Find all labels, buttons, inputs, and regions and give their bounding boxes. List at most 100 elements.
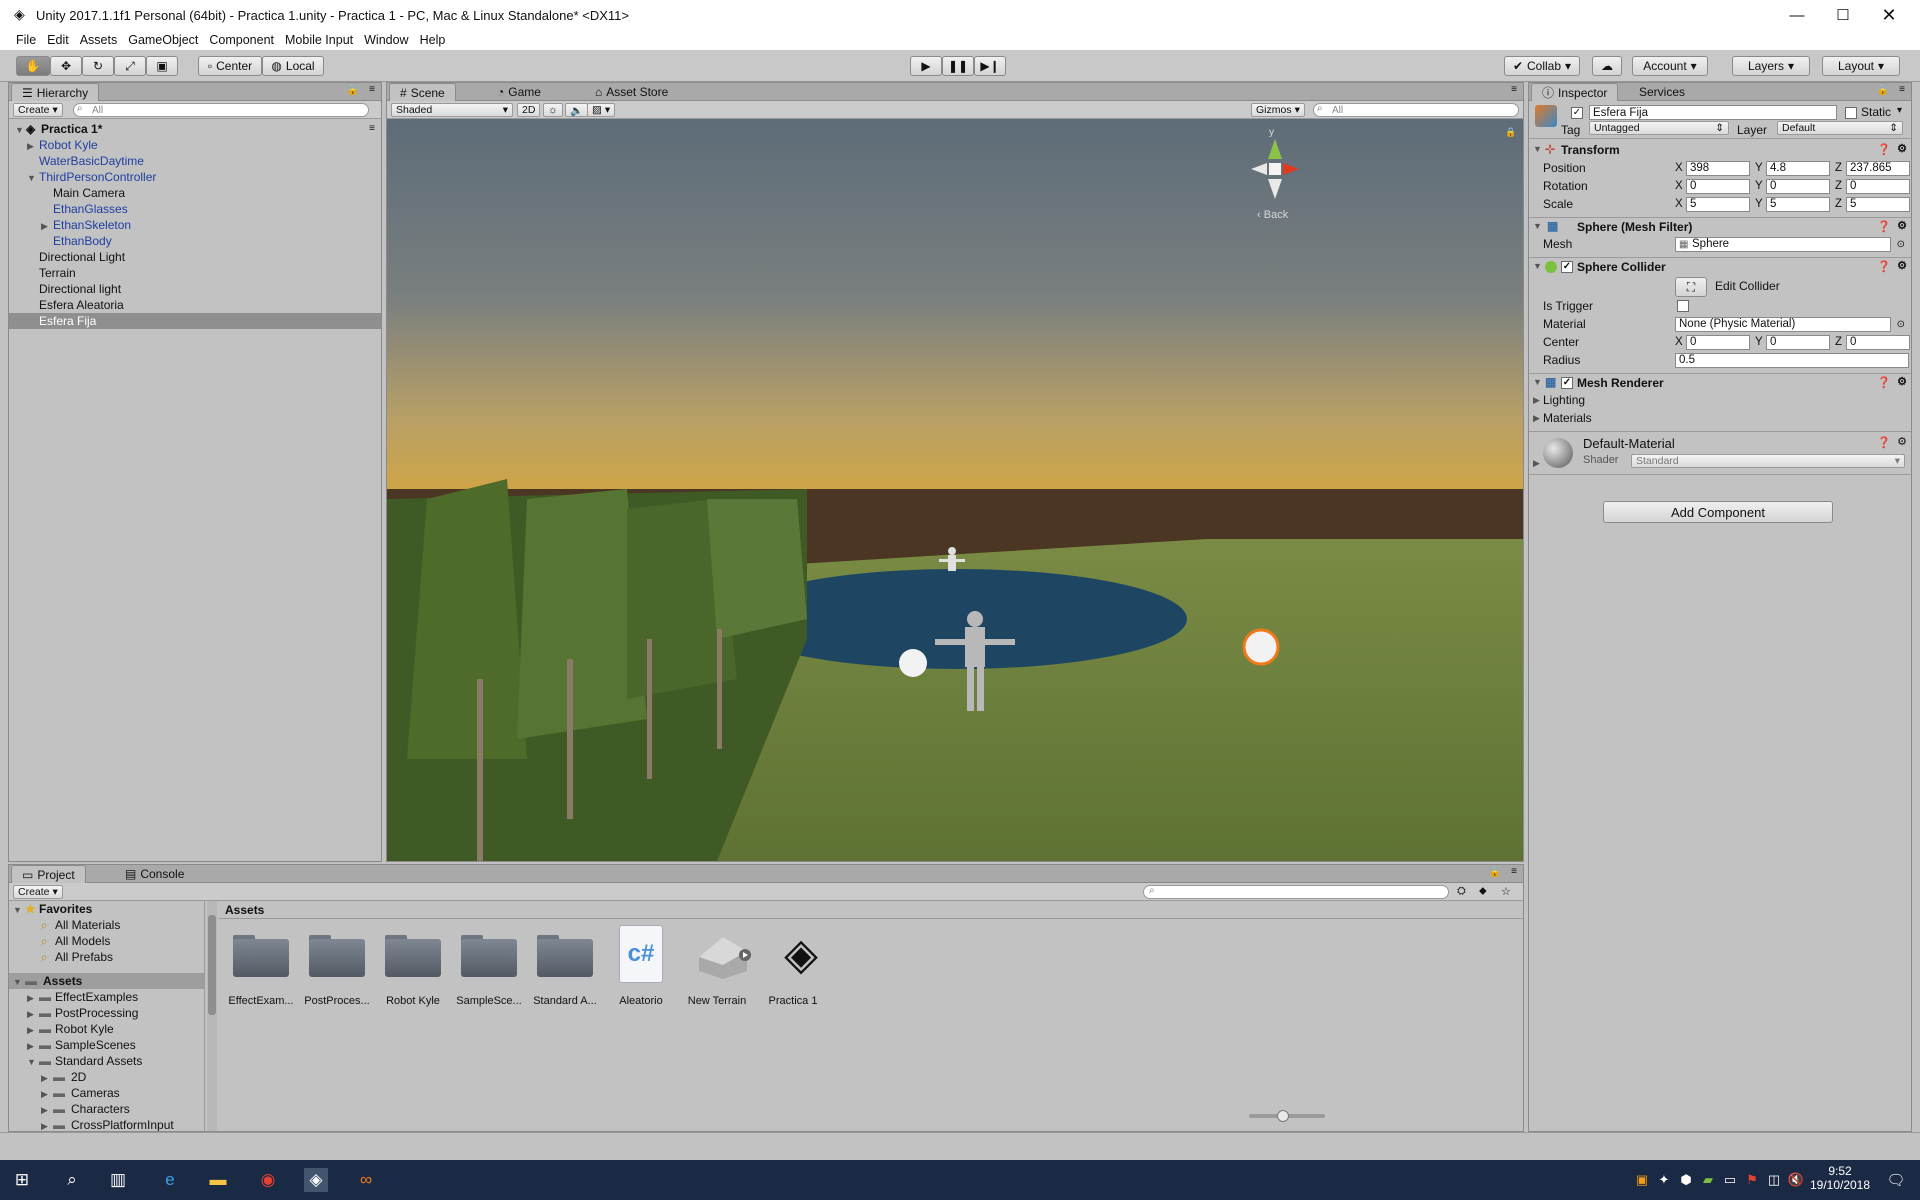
tray-network-icon[interactable]: ◫ xyxy=(1762,1168,1786,1192)
layout-button[interactable]: Layout ▾ xyxy=(1822,56,1900,76)
tray-app2-icon[interactable]: ⬢ xyxy=(1674,1168,1698,1192)
maximize-button[interactable]: ☐ xyxy=(1820,0,1866,30)
hierarchy-item-ethan-skeleton[interactable]: ▶ EthanSkeleton xyxy=(9,217,381,233)
hierarchy-search-input[interactable]: All xyxy=(73,103,369,117)
gear-icon[interactable]: ⚙ xyxy=(1897,219,1907,232)
pause-button[interactable]: ❚❚ xyxy=(942,56,974,76)
lock-icon[interactable]: 🔒 xyxy=(1877,85,1889,96)
position-x-field[interactable]: 398 xyxy=(1686,160,1750,176)
tab-scene[interactable]: # Scene xyxy=(389,83,456,101)
gear-icon[interactable]: ⚙ xyxy=(1897,435,1907,448)
tray-battery-icon[interactable]: ▭ xyxy=(1718,1168,1742,1192)
expand-arrow-icon[interactable]: ▼ xyxy=(27,1054,36,1070)
dropdown-arrow-icon[interactable]: ▾ xyxy=(1897,105,1902,116)
tray-nvidia-icon[interactable]: ▰ xyxy=(1696,1168,1720,1192)
menu-component[interactable]: Component xyxy=(209,33,274,47)
shading-mode-dropdown[interactable]: Shaded ▾ xyxy=(391,103,513,117)
collapsed-arrow-icon[interactable]: ▶ xyxy=(27,1022,34,1038)
gizmo-back-label[interactable]: ‹ Back xyxy=(1257,209,1288,221)
scale-y-field[interactable]: 5 xyxy=(1766,196,1830,212)
renderer-enabled-checkbox[interactable]: ✓ xyxy=(1561,377,1573,389)
hierarchy-item-terrain[interactable]: Terrain xyxy=(9,265,381,281)
scene-viewport[interactable]: y ‹ Back 🔒 xyxy=(387,119,1523,861)
menu-mobile-input[interactable]: Mobile Input xyxy=(285,33,353,47)
lock-icon[interactable]: 🔒 xyxy=(347,85,359,96)
lock-icon[interactable]: 🔒 xyxy=(1489,867,1501,878)
scene-root-row[interactable]: ▼ ◈ Practica 1* ≡ xyxy=(9,121,381,137)
tree-effect-examples[interactable]: ▶ ▬ EffectExamples xyxy=(9,989,204,1005)
edit-collider-button[interactable]: ⛶ xyxy=(1675,277,1707,297)
collapsed-arrow-icon[interactable]: ▶ xyxy=(1533,413,1540,424)
tree-sample-scenes[interactable]: ▶ ▬ SampleScenes xyxy=(9,1037,204,1053)
shader-dropdown[interactable]: Standard ▾ xyxy=(1631,454,1905,468)
search-icon[interactable]: ⌕ xyxy=(60,1168,84,1192)
tab-asset-store[interactable]: ⌂ Asset Store xyxy=(585,83,678,101)
tree-standard-assets[interactable]: ▼ ▬ Standard Assets xyxy=(9,1053,204,1069)
collapsed-arrow-icon[interactable]: ▶ xyxy=(27,1038,34,1054)
cloud-button[interactable]: ☁ xyxy=(1592,56,1622,76)
collapsed-arrow-icon[interactable]: ▶ xyxy=(27,990,34,1006)
collapsed-arrow-icon[interactable]: ▶ xyxy=(41,1118,48,1131)
hierarchy-item-third-person-controller[interactable]: ▼ ThirdPersonController xyxy=(9,169,381,185)
position-y-field[interactable]: 4.8 xyxy=(1766,160,1830,176)
help-icon[interactable]: ❓ xyxy=(1877,143,1891,156)
collapsed-arrow-icon[interactable]: ▶ xyxy=(27,138,34,154)
mesh-field[interactable]: Sphere xyxy=(1675,236,1891,252)
collapsed-arrow-icon[interactable]: ▶ xyxy=(27,1006,34,1022)
center-z-field[interactable]: 0 xyxy=(1846,334,1910,350)
is-trigger-checkbox[interactable] xyxy=(1677,300,1689,312)
asset-folder-sample-scenes[interactable] xyxy=(459,931,519,977)
gear-icon[interactable]: ⚙ xyxy=(1897,259,1907,272)
gear-icon[interactable]: ⚙ xyxy=(1897,375,1907,388)
minimize-button[interactable]: — xyxy=(1774,0,1820,30)
tray-dropbox-icon[interactable]: ✦ xyxy=(1652,1168,1676,1192)
collapsed-arrow-icon[interactable]: ▶ xyxy=(41,1070,48,1086)
rect-tool-button[interactable]: ▣ xyxy=(146,56,178,76)
tab-console[interactable]: ▤ Console xyxy=(115,865,194,883)
tree-cameras[interactable]: ▶ ▬ Cameras xyxy=(9,1085,204,1101)
hand-tool-button[interactable]: ✋ xyxy=(16,56,50,76)
assets-root-row[interactable]: ▼ ▬ Assets xyxy=(9,973,204,989)
physic-material-field[interactable]: None (Physic Material) xyxy=(1675,316,1891,332)
unity-scene-icon[interactable]: ◈ xyxy=(773,925,829,983)
mesh-renderer-header[interactable]: ▼ ▦ ✓ Mesh Renderer ❓ ⚙ xyxy=(1529,373,1911,391)
panel-menu-icon[interactable]: ≡ xyxy=(1899,84,1905,95)
center-y-field[interactable]: 0 xyxy=(1766,334,1830,350)
pivot-center-button[interactable]: ▫ Center xyxy=(198,56,262,76)
tab-services[interactable]: Services xyxy=(1629,83,1695,101)
icon-size-slider[interactable] xyxy=(1249,1110,1325,1122)
panel-menu-icon[interactable]: ≡ xyxy=(1511,84,1517,95)
object-picker-icon[interactable]: ⊙ xyxy=(1897,239,1905,250)
hierarchy-item-robot-kyle[interactable]: ▶ Robot Kyle xyxy=(9,137,381,153)
tag-dropdown[interactable]: Untagged ⇕ xyxy=(1589,121,1729,135)
layers-button[interactable]: Layers ▾ xyxy=(1732,56,1810,76)
collapsed-arrow-icon[interactable]: ▶ xyxy=(1533,395,1540,406)
edge-browser-icon[interactable]: e xyxy=(158,1168,182,1192)
help-icon[interactable]: ❓ xyxy=(1877,436,1891,449)
menu-window[interactable]: Window xyxy=(364,33,408,47)
menu-help[interactable]: Help xyxy=(420,33,446,47)
unity-taskbar-icon[interactable]: ◈ xyxy=(304,1168,328,1192)
tray-app-icon[interactable]: ▣ xyxy=(1630,1168,1654,1192)
project-tree-scrollbar[interactable] xyxy=(207,901,217,1131)
tree-2d[interactable]: ▶ ▬ 2D xyxy=(9,1069,204,1085)
scrollbar-thumb[interactable] xyxy=(208,915,216,1015)
step-button[interactable]: ▶❙ xyxy=(974,56,1006,76)
collider-enabled-checkbox[interactable]: ✓ xyxy=(1561,261,1573,273)
tray-security-icon[interactable]: ⚑ xyxy=(1740,1168,1764,1192)
position-z-field[interactable]: 237.865 xyxy=(1846,160,1910,176)
help-icon[interactable]: ❓ xyxy=(1877,260,1891,273)
static-checkbox[interactable] xyxy=(1845,107,1857,119)
center-x-field[interactable]: 0 xyxy=(1686,334,1750,350)
expand-arrow-icon[interactable]: ▼ xyxy=(1533,144,1542,154)
tree-cross-platform-input[interactable]: ▶ ▬ CrossPlatformInput xyxy=(9,1117,204,1131)
move-tool-button[interactable]: ✥ xyxy=(50,56,82,76)
object-name-input[interactable]: Esfera Fija xyxy=(1589,105,1837,120)
lighting-toggle[interactable]: ☼ xyxy=(543,103,563,117)
hierarchy-item-directional-light[interactable]: Directional Light xyxy=(9,249,381,265)
expand-arrow-icon[interactable]: ▼ xyxy=(1533,261,1542,271)
taskbar-clock[interactable]: 9:52 19/10/2018 xyxy=(1800,1164,1880,1192)
tree-characters[interactable]: ▶ ▬ Characters xyxy=(9,1101,204,1117)
asset-folder-effect-examples[interactable] xyxy=(231,931,291,977)
gizmo-lock-icon[interactable]: 🔒 xyxy=(1505,127,1516,138)
